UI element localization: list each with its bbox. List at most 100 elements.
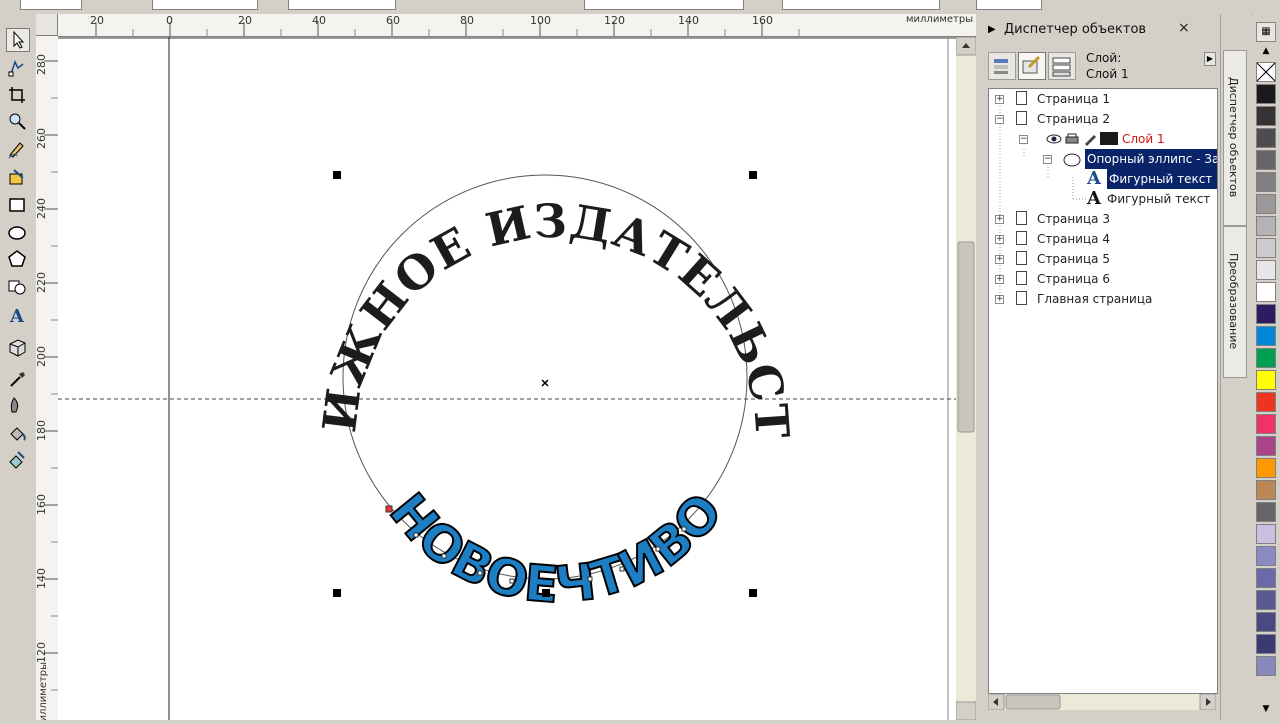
color-swatch[interactable] (1256, 326, 1276, 346)
color-swatch[interactable] (1256, 84, 1276, 104)
tree-horizontal-scrollbar[interactable] (987, 693, 1217, 711)
color-swatch[interactable] (1256, 260, 1276, 280)
canvas-vertical-scrollbar[interactable] (955, 36, 977, 721)
layer-label: Слой: (1086, 51, 1122, 65)
pencil-icon[interactable] (1082, 131, 1098, 146)
no-color-swatch[interactable] (1256, 62, 1276, 82)
expand-toggle-icon[interactable]: + (995, 95, 1004, 104)
edit-across-layers-icon[interactable] (1018, 52, 1046, 80)
property-field[interactable] (782, 0, 940, 10)
tree-item-master-page[interactable]: Главная страница (1037, 289, 1152, 309)
color-swatch[interactable] (1256, 304, 1276, 324)
vertical-ruler[interactable]: 280 260 240 220 200 180 160 140 120 милл… (36, 36, 59, 720)
extrude-tool-icon[interactable] (6, 336, 30, 360)
color-swatch[interactable] (1256, 612, 1276, 632)
collapse-arrow-icon[interactable]: ▶ (988, 24, 996, 35)
ruler-label: 40 (312, 14, 326, 27)
expand-toggle-icon[interactable]: + (995, 295, 1004, 304)
color-swatch[interactable] (1256, 172, 1276, 192)
object-tree[interactable]: + Страница 1 − Страница 2 − Слой 1 − Опо… (988, 88, 1218, 694)
color-swatch[interactable] (1256, 150, 1276, 170)
color-swatch[interactable] (1256, 480, 1276, 500)
text-tool-icon[interactable]: A (6, 304, 30, 328)
expand-toggle-icon[interactable]: + (995, 255, 1004, 264)
tree-item-page-1[interactable]: Страница 1 (1037, 89, 1110, 109)
tree-item-page-4[interactable]: Страница 4 (1037, 229, 1110, 249)
color-swatch[interactable] (1256, 436, 1276, 456)
panel-menu-button[interactable]: ▶ (1204, 52, 1216, 66)
printer-icon[interactable] (1064, 131, 1080, 145)
show-properties-icon[interactable] (988, 52, 1016, 80)
color-swatch[interactable] (1256, 458, 1276, 478)
freehand-tool-icon[interactable] (6, 138, 30, 162)
fill-tool-icon[interactable] (6, 422, 30, 446)
ruler-label: 120 (36, 642, 48, 663)
ruler-label: 100 (530, 14, 551, 27)
tree-item-page-5[interactable]: Страница 5 (1037, 249, 1110, 269)
tree-item-page-3[interactable]: Страница 3 (1037, 209, 1110, 229)
tree-item-artistic-text[interactable]: Фигурный текст (1107, 189, 1215, 209)
tree-item-page-6[interactable]: Страница 6 (1037, 269, 1110, 289)
outline-tool-icon[interactable] (6, 394, 30, 418)
color-swatch[interactable] (1256, 128, 1276, 148)
palette-scroll-down-icon[interactable]: ▼ (1256, 704, 1276, 718)
expand-toggle-icon[interactable]: + (995, 215, 1004, 224)
zoom-tool-icon[interactable] (6, 110, 30, 134)
collapse-toggle-icon[interactable]: − (1043, 155, 1052, 164)
expand-toggle-icon[interactable]: + (995, 235, 1004, 244)
tree-item-artistic-text[interactable]: Фигурный текст (1107, 169, 1217, 189)
shape-tool-icon[interactable] (6, 56, 30, 80)
horizontal-ruler[interactable]: 20 0 20 40 60 80 100 120 140 160 миллиме… (58, 14, 976, 37)
palette-menu-icon[interactable]: ▦ (1256, 22, 1276, 42)
color-swatch[interactable] (1256, 590, 1276, 610)
close-icon[interactable]: × (1178, 20, 1190, 36)
color-swatch[interactable] (1256, 414, 1276, 434)
interactive-fill-tool-icon[interactable] (6, 448, 30, 472)
layer-color-swatch[interactable] (1100, 132, 1118, 145)
basic-shapes-tool-icon[interactable] (6, 276, 30, 300)
collapse-toggle-icon[interactable]: − (995, 115, 1004, 124)
property-field[interactable] (288, 0, 396, 10)
tree-item-page-2[interactable]: Страница 2 (1037, 109, 1110, 129)
color-swatch[interactable] (1256, 216, 1276, 236)
color-swatch[interactable] (1256, 546, 1276, 566)
tree-item-ellipse[interactable]: Опорный эллипс - За (1085, 149, 1217, 169)
expand-toggle-icon[interactable]: + (995, 275, 1004, 284)
tab-object-manager[interactable]: Диспетчер объектов (1223, 50, 1247, 226)
color-swatch[interactable] (1256, 656, 1276, 676)
rectangle-tool-icon[interactable] (6, 194, 30, 218)
color-swatch[interactable] (1256, 392, 1276, 412)
canvas-artwork[interactable]: КНИЖНОЕ ИЗДАТЕЛЬСТВО НОВОЕЧТИВО (58, 37, 956, 720)
color-swatch[interactable] (1256, 524, 1276, 544)
color-swatch[interactable] (1256, 282, 1276, 302)
color-swatch[interactable] (1256, 194, 1276, 214)
ruler-origin-corner[interactable] (36, 14, 58, 36)
tree-item-layer-1[interactable]: Слой 1 (1122, 129, 1165, 149)
color-swatch[interactable] (1256, 370, 1276, 390)
color-swatch[interactable] (1256, 106, 1276, 126)
color-swatch[interactable] (1256, 634, 1276, 654)
layer-manager-view-icon[interactable] (1048, 52, 1076, 80)
property-field[interactable] (976, 0, 1042, 10)
tab-transformation[interactable]: Преобразование (1223, 226, 1247, 378)
property-field[interactable] (20, 0, 82, 10)
polygon-tool-icon[interactable] (6, 248, 30, 272)
color-swatch[interactable] (1256, 568, 1276, 588)
crop-tool-icon[interactable] (6, 84, 30, 108)
property-field[interactable] (584, 0, 744, 10)
color-swatch[interactable] (1256, 348, 1276, 368)
property-field[interactable] (152, 0, 258, 10)
center-marker (541, 379, 549, 387)
eye-icon[interactable] (1046, 131, 1062, 145)
pick-tool-icon[interactable] (6, 28, 30, 52)
palette-scroll-up-icon[interactable]: ▲ (1256, 46, 1276, 60)
smart-fill-tool-icon[interactable] (6, 166, 30, 190)
color-swatch[interactable] (1256, 238, 1276, 258)
ruler-label: 220 (36, 272, 48, 293)
ellipse-tool-icon[interactable] (6, 222, 30, 246)
text-object-icon: A (1087, 168, 1101, 189)
drawing-canvas[interactable]: КНИЖНОЕ ИЗДАТЕЛЬСТВО НОВОЕЧТИВО (58, 37, 956, 720)
eyedropper-tool-icon[interactable] (6, 368, 30, 392)
collapse-toggle-icon[interactable]: − (1019, 135, 1028, 144)
color-swatch[interactable] (1256, 502, 1276, 522)
